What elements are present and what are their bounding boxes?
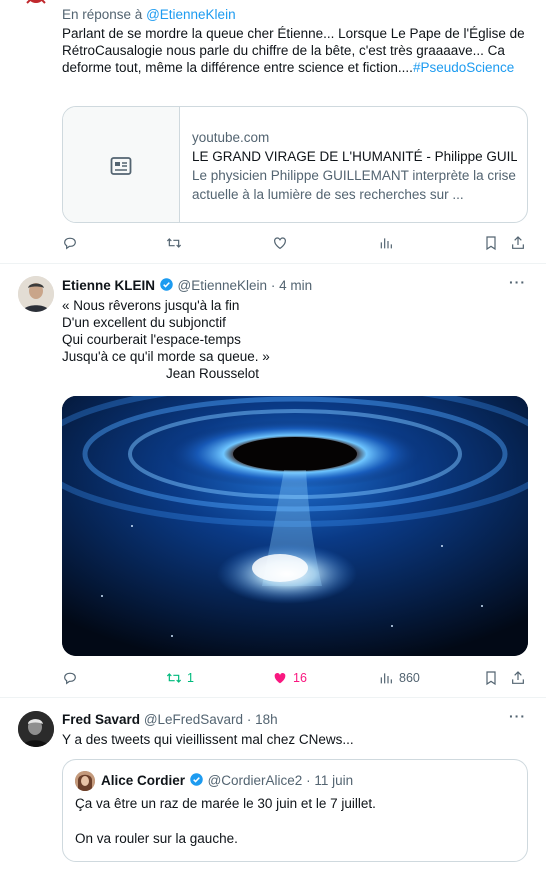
- quoted-text-line: On va rouler sur la gauche.: [75, 831, 238, 846]
- heart-icon: [274, 237, 286, 250]
- verified-badge-icon: [190, 773, 203, 786]
- views-icon: [380, 238, 392, 249]
- quoted-avatar[interactable]: [75, 771, 95, 791]
- share-icon: [512, 236, 524, 249]
- views-icon: [380, 673, 392, 684]
- retweet-icon: [166, 673, 182, 683]
- bookmark-icon: [486, 236, 496, 251]
- poem-line: D'un excellent du subjonctif: [62, 315, 226, 330]
- share-button[interactable]: [510, 668, 526, 688]
- separator-dot: ·: [306, 773, 311, 788]
- tweet-actions: [62, 233, 532, 253]
- separator-dot: ·: [246, 712, 252, 727]
- card-description: Le physicien Philippe GUILLEMANT interpr…: [192, 168, 516, 202]
- retweet-button[interactable]: [166, 233, 182, 253]
- timestamp[interactable]: 18h: [255, 712, 278, 727]
- reply-button[interactable]: [62, 233, 78, 253]
- avatar[interactable]: [18, 276, 54, 312]
- views-button[interactable]: [378, 233, 394, 253]
- poem-line: « Nous rêverons jusqu'à la fin: [62, 298, 240, 313]
- tweet-text: Parlant de se mordre la queue cher Étien…: [62, 25, 528, 76]
- card-domain: youtube.com: [192, 130, 270, 145]
- card-thumbnail: [63, 107, 180, 222]
- author-name[interactable]: Etienne KLEIN: [62, 278, 155, 293]
- like-button[interactable]: [272, 233, 288, 253]
- verified-badge-icon: [160, 278, 173, 291]
- tweet-actions: 1 16 860: [62, 668, 532, 688]
- reply-context: En réponse à @EtienneKlein: [62, 6, 532, 23]
- poem-author: Jean Rousselot: [166, 366, 260, 381]
- author-name[interactable]: Fred Savard: [62, 712, 140, 727]
- poem-text: « Nous rêverons jusqu'à la fin D'un exce…: [62, 297, 532, 382]
- poem-line: Jusqu'à ce qu'il morde sa queue. »: [62, 349, 270, 364]
- author-handle[interactable]: @EtienneKlein: [178, 278, 268, 293]
- more-options-icon[interactable]: ···: [509, 708, 526, 724]
- link-card[interactable]: youtube.com LE GRAND VIRAGE DE L'HUMANIT…: [62, 106, 528, 223]
- reply-icon: [64, 237, 76, 250]
- retweet-button[interactable]: 1: [166, 668, 194, 688]
- bookmark-button[interactable]: [483, 233, 499, 253]
- retweet-count: 1: [187, 671, 194, 685]
- author-handle[interactable]: @LeFredSavard: [144, 712, 243, 727]
- views-button[interactable]: 860: [378, 668, 420, 688]
- hashtag-link[interactable]: #PseudoScience: [413, 60, 514, 75]
- quoted-tweet[interactable]: Alice Cordier @CordierAlice2 · 11 juin Ç…: [62, 759, 528, 862]
- retweet-icon: [166, 238, 182, 248]
- like-button[interactable]: 16: [272, 668, 307, 688]
- bookmark-button[interactable]: [483, 668, 499, 688]
- views-count: 860: [399, 671, 420, 685]
- bookmark-icon: [486, 671, 496, 686]
- tweet-etienne-klein[interactable]: Etienne KLEIN @EtienneKlein · 4 min ··· …: [0, 264, 546, 698]
- article-icon: [110, 156, 132, 175]
- tweet-image-black-hole[interactable]: [62, 396, 528, 656]
- reply-button[interactable]: [62, 668, 78, 688]
- heart-filled-icon: [274, 672, 286, 684]
- share-icon: [512, 671, 524, 684]
- poem-line: Qui courberait l'espace-temps: [62, 332, 241, 347]
- share-button[interactable]: [510, 233, 526, 253]
- quoted-author-handle[interactable]: @CordierAlice2: [208, 773, 303, 788]
- reply-prefix: En réponse à: [62, 7, 147, 22]
- avatar[interactable]: [18, 711, 54, 747]
- timestamp[interactable]: 4 min: [279, 278, 312, 293]
- reply-handle-link[interactable]: @EtienneKlein: [146, 7, 236, 22]
- quoted-text-line: Ça va être un raz de marée le 30 juin et…: [75, 796, 376, 811]
- tweet-fred-savard[interactable]: Fred Savard @LeFredSavard · 18h ··· Y a …: [0, 698, 546, 874]
- card-title: LE GRAND VIRAGE DE L'HUMANITÉ - Philippe…: [192, 149, 517, 164]
- quoted-timestamp[interactable]: 11 juin: [314, 773, 353, 788]
- more-options-icon[interactable]: ···: [509, 274, 526, 290]
- tweet-reply[interactable]: En réponse à @EtienneKlein Parlant de se…: [0, 0, 546, 264]
- reply-icon: [64, 672, 76, 685]
- tweet-text: Y a des tweets qui vieillissent mal chez…: [62, 732, 354, 747]
- avatar[interactable]: [18, 0, 54, 12]
- separator-dot: ·: [270, 278, 276, 293]
- quoted-author-name[interactable]: Alice Cordier: [101, 773, 185, 788]
- like-count: 16: [293, 671, 307, 685]
